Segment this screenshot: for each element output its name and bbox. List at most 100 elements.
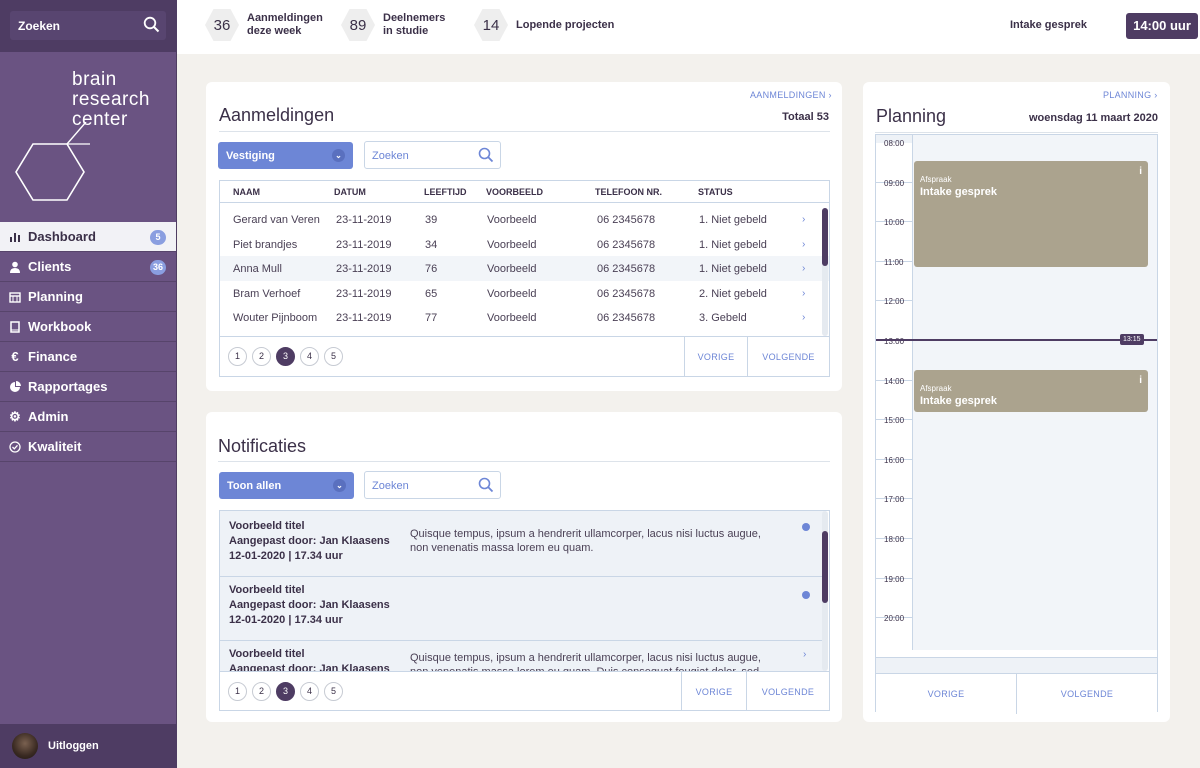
menu-item-kwaliteit[interactable]: Kwaliteit <box>0 432 176 462</box>
hour-lane[interactable] <box>912 531 1157 571</box>
hour-lane[interactable] <box>912 412 1157 453</box>
chevron-right-icon[interactable]: › <box>802 263 805 274</box>
next-button[interactable]: VOLGENDE <box>746 672 829 710</box>
cell-naam: Gerard van Veren <box>233 214 320 226</box>
menu-item-finance[interactable]: € Finance <box>0 342 176 372</box>
appointment-type: Afspraak <box>920 175 952 184</box>
page-button[interactable]: 1 <box>228 347 247 366</box>
chevron-down-icon: ⌄ <box>332 149 345 162</box>
menu-item-clients[interactable]: Clients 36 <box>0 252 176 282</box>
hour-label: 11:00 <box>884 257 904 267</box>
previous-button[interactable]: VORIGE <box>684 337 747 377</box>
sidebar: Zoeken brain research center Dashboard 5… <box>0 0 177 768</box>
next-appointment-time-button[interactable]: 14:00 uur <box>1126 13 1198 39</box>
menu-item-admin[interactable]: ⚙ Admin <box>0 402 176 432</box>
column-header[interactable]: STATUS <box>698 187 733 197</box>
page-button[interactable]: 2 <box>252 682 271 701</box>
previous-button[interactable]: VORIGE <box>681 672 746 710</box>
cell-status: 1. Niet gebeld <box>699 238 767 251</box>
previous-button[interactable]: VORIGE <box>876 674 1016 714</box>
logo-line-2: research <box>72 89 150 110</box>
column-header[interactable]: DATUM <box>334 187 366 197</box>
planning-link[interactable]: PLANNING › <box>1103 90 1158 100</box>
next-button[interactable]: VOLGENDE <box>1016 674 1157 714</box>
hour-lane[interactable] <box>912 293 1157 334</box>
notification-date: 12-01-2020 | 17.34 uur <box>229 550 343 562</box>
notificaties-list: Voorbeeld titel Aangepast door: Jan Klaas… <box>219 510 830 711</box>
scrollbar-thumb[interactable] <box>822 208 828 266</box>
aanmeldingen-search-input[interactable]: Zoeken <box>364 141 501 169</box>
planning-pagination: VORIGE VOLGENDE <box>876 673 1157 714</box>
chevron-right-icon[interactable]: › <box>802 214 805 225</box>
search-icon[interactable] <box>478 477 494 493</box>
table-row[interactable]: Anna Mull 23-11-2019 76 Voorbeeld 06 2345678… <box>220 256 829 281</box>
cell-voorbeeld: Voorbeeld <box>487 238 537 251</box>
chevron-right-icon[interactable]: › <box>802 288 805 299</box>
next-button[interactable]: VOLGENDE <box>747 337 829 377</box>
page-button[interactable]: 4 <box>300 682 319 701</box>
table-header: NAAM DATUM LEEFTIJD VOORBEELD TELEFOON N… <box>220 181 829 203</box>
info-icon[interactable]: i <box>1139 375 1142 386</box>
search-icon[interactable] <box>478 147 494 163</box>
search-icon[interactable] <box>143 16 160 33</box>
aanmeldingen-link[interactable]: AANMELDINGEN › <box>750 90 832 100</box>
table-row[interactable]: Wouter Pijnboom 23-11-2019 77 Voorbeeld 06 2… <box>220 305 829 330</box>
column-header[interactable]: LEEFTIJD <box>424 187 467 197</box>
planning-card: PLANNING › Planning woensdag 11 maart 20… <box>863 82 1170 722</box>
page-button[interactable]: 5 <box>324 682 343 701</box>
hour-lane[interactable] <box>912 451 1157 492</box>
appointment-title: Intake gesprek <box>920 395 998 407</box>
toon-allen-select-value: Toon allen <box>227 480 282 492</box>
cell-datum: 23-11-2019 <box>336 238 392 251</box>
check-circle-icon <box>8 440 22 454</box>
appointment-block[interactable]: Afspraak Intake gesprek i <box>914 161 1148 267</box>
stat-deelnemers: 89 Deelnemers in studie <box>341 8 445 42</box>
page-button[interactable]: 1 <box>228 682 247 701</box>
table-row[interactable]: Piet brandjes 23-11-2019 34 Voorbeeld 06 234… <box>220 232 829 257</box>
table-scrollbar[interactable] <box>822 208 828 336</box>
cell-leeftijd: 76 <box>425 263 438 276</box>
hour-row[interactable]: 20:00 <box>876 610 1157 658</box>
chevron-right-icon[interactable]: › <box>802 312 805 323</box>
cell-datum: 23-11-2019 <box>336 312 392 325</box>
sidebar-search-input[interactable]: Zoeken <box>10 11 166 40</box>
page-button[interactable]: 5 <box>324 347 343 366</box>
hour-lane[interactable] <box>912 610 1157 651</box>
notification-item[interactable]: Voorbeeld titel Aangepast door: Jan Klaas… <box>220 577 824 641</box>
menu-item-workbook[interactable]: Workbook <box>0 312 176 342</box>
table-row[interactable]: Bram Verhoef 23-11-2019 65 Voorbeeld 06 2345… <box>220 281 829 306</box>
table-row[interactable]: Gerard van Veren 23-11-2019 39 Voorbeeld 06 … <box>220 207 829 232</box>
notificaties-title: Notificaties <box>218 436 307 456</box>
column-header[interactable]: NAAM <box>233 187 260 197</box>
hour-label: 20:00 <box>884 614 905 624</box>
column-header[interactable]: TELEFOON NR. <box>595 187 662 197</box>
logo-wordmark: brain research center <box>72 70 150 130</box>
logout-button[interactable]: Uitloggen <box>0 724 177 768</box>
logo-line-1: brain <box>72 69 117 90</box>
cell-telefoon: 06 2345678 <box>597 312 656 325</box>
list-scrollbar[interactable] <box>822 511 828 671</box>
page-button-active[interactable]: 3 <box>276 347 295 366</box>
hour-lane[interactable] <box>912 570 1157 611</box>
page-button[interactable]: 2 <box>252 347 271 366</box>
chevron-right-icon[interactable]: › <box>803 649 806 660</box>
info-icon[interactable]: i <box>1139 166 1142 177</box>
appointment-type: Afspraak <box>920 384 952 393</box>
toon-allen-select[interactable]: Toon allen ⌄ <box>219 472 354 499</box>
appointment-block[interactable]: Afspraak Intake gesprek i <box>914 370 1148 412</box>
hour-lane[interactable] <box>912 491 1157 532</box>
notificaties-search-input[interactable]: Zoeken <box>364 471 501 499</box>
page-button-active[interactable]: 3 <box>276 682 295 701</box>
chevron-right-icon[interactable]: › <box>802 239 805 250</box>
page-button[interactable]: 4 <box>300 347 319 366</box>
menu-item-rapportages[interactable]: Rapportages <box>0 372 176 402</box>
unread-dot <box>802 523 810 531</box>
logo-hexagon-icon <box>15 122 90 201</box>
menu-item-dashboard[interactable]: Dashboard 5 <box>0 222 176 252</box>
column-header[interactable]: VOORBEELD <box>486 187 543 197</box>
scrollbar-thumb[interactable] <box>822 531 828 603</box>
menu-item-planning[interactable]: Planning <box>0 282 176 312</box>
search-placeholder: Zoeken <box>372 480 409 492</box>
notification-item[interactable]: Voorbeeld titel Aangepast door: Jan Klaas… <box>220 511 824 577</box>
vestiging-select[interactable]: Vestiging ⌄ <box>218 142 353 169</box>
